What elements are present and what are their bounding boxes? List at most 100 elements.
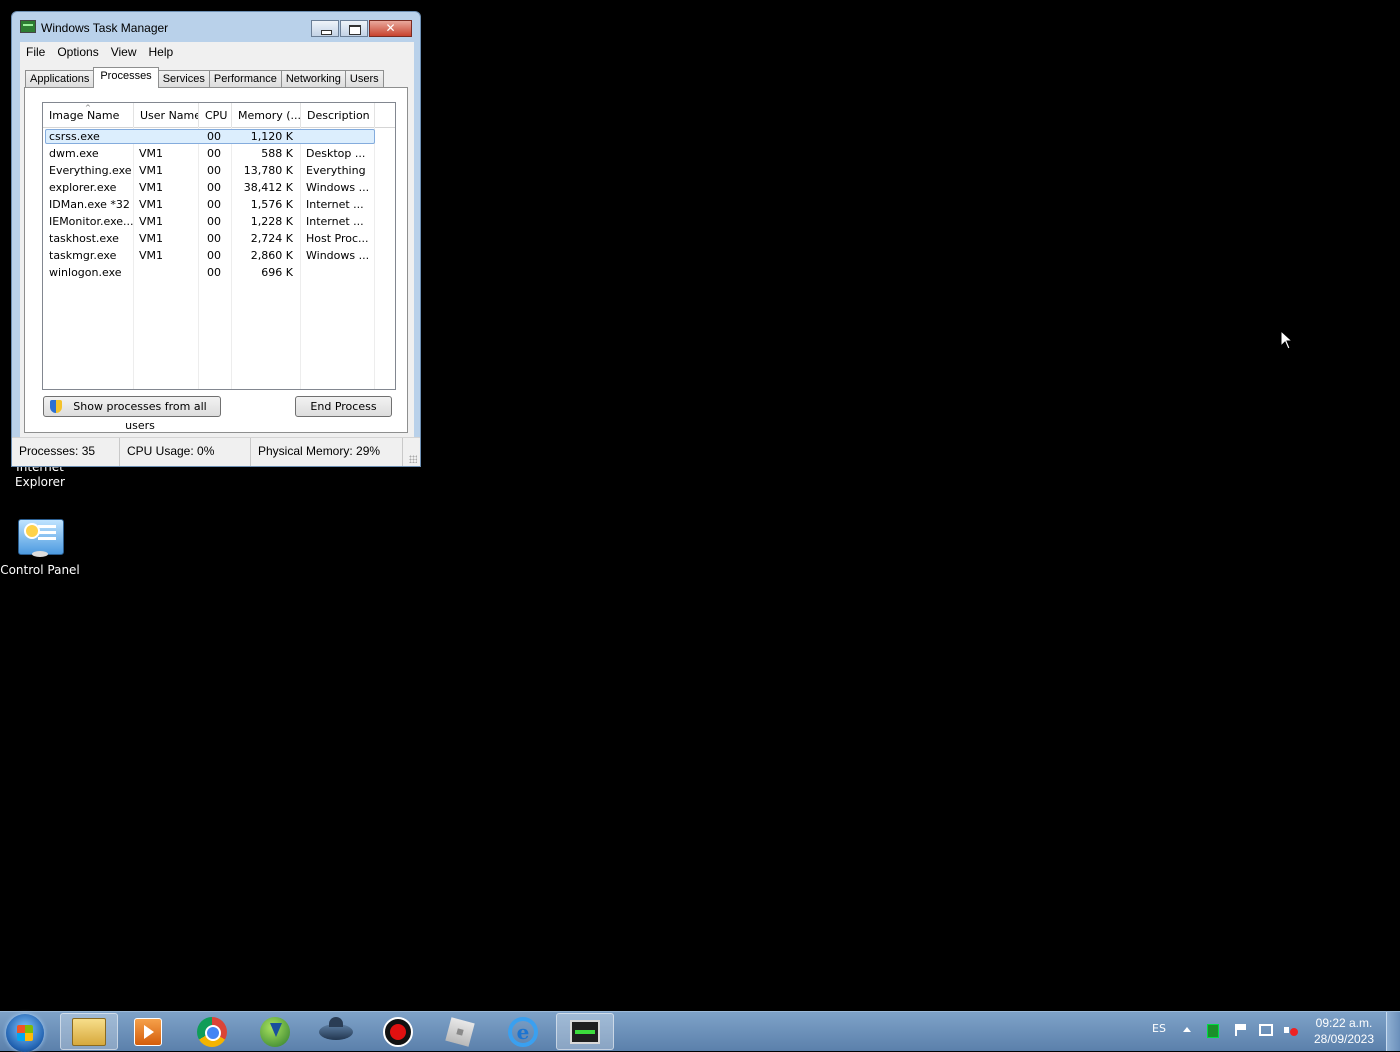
process-row[interactable]: IDMan.exe *32 VM1 00 1,576 K Internet ..… xyxy=(43,196,395,213)
process-description: Internet ... xyxy=(306,198,364,211)
process-memory: 1,228 K xyxy=(250,215,293,228)
tray-app-icon[interactable] xyxy=(1207,1024,1219,1038)
taskbar-idm-button[interactable] xyxy=(246,1013,304,1050)
process-name: csrss.exe xyxy=(49,130,100,143)
language-indicator[interactable]: ES xyxy=(1152,1022,1166,1035)
process-user: VM1 xyxy=(139,232,164,245)
taskbar-task-manager-button[interactable] xyxy=(556,1013,614,1050)
process-cpu: 00 xyxy=(207,232,221,245)
desktop-icon-control-panel[interactable]: Control Panel xyxy=(0,517,80,578)
process-list-header: ^ Image Name User Name CPU Memory (... D… xyxy=(43,103,395,128)
network-icon[interactable] xyxy=(1259,1024,1273,1036)
taskbar-media-player-button[interactable] xyxy=(119,1013,177,1050)
process-memory: 2,860 K xyxy=(250,249,293,262)
process-description: Internet ... xyxy=(306,215,364,228)
screen-recorder-icon xyxy=(383,1016,413,1047)
process-cpu: 00 xyxy=(207,249,221,262)
process-name: explorer.exe xyxy=(49,181,117,194)
process-row[interactable]: IEMonitor.exe... VM1 00 1,228 K Internet… xyxy=(43,213,395,230)
title-bar[interactable]: Windows Task Manager ✕ xyxy=(12,12,420,40)
process-memory: 1,120 K xyxy=(250,130,293,143)
process-user: VM1 xyxy=(139,249,164,262)
column-header-cpu[interactable]: CPU xyxy=(199,103,232,127)
process-user xyxy=(139,128,197,145)
menu-options[interactable]: Options xyxy=(51,45,104,59)
uac-shield-icon xyxy=(50,400,62,413)
end-process-button[interactable]: End Process xyxy=(295,396,392,417)
process-description: Windows ... xyxy=(306,249,368,262)
minimize-button[interactable] xyxy=(311,20,339,37)
menu-file[interactable]: File xyxy=(20,45,51,59)
column-header-description[interactable]: Description xyxy=(301,103,375,127)
internet-download-manager-icon xyxy=(260,1016,290,1047)
desktop-icon-label: Control Panel xyxy=(0,563,80,577)
process-row[interactable]: winlogon.exe 00 696 K xyxy=(43,264,395,281)
taskbar-chrome-button[interactable] xyxy=(183,1013,241,1050)
status-cpu-usage: CPU Usage: 0% xyxy=(120,438,251,466)
process-row[interactable]: Everything.exe VM1 00 13,780 K Everythin… xyxy=(43,162,395,179)
tab-applications[interactable]: Applications xyxy=(25,70,95,88)
taskbar-ie-button[interactable]: e xyxy=(494,1013,552,1050)
volume-muted-icon[interactable] xyxy=(1284,1024,1298,1037)
close-icon: ✕ xyxy=(385,21,396,35)
task-manager-window[interactable]: Windows Task Manager ✕ File Options View… xyxy=(11,11,421,467)
taskbar-ufo-app-button[interactable] xyxy=(307,1013,365,1050)
column-header-user-name[interactable]: User Name xyxy=(134,103,199,127)
process-description: Host Proc... xyxy=(306,232,368,245)
action-center-flag-icon[interactable] xyxy=(1235,1024,1247,1036)
tab-performance[interactable]: Performance xyxy=(208,70,282,88)
tab-networking[interactable]: Networking xyxy=(280,70,346,88)
process-memory: 13,780 K xyxy=(243,164,293,177)
menu-help[interactable]: Help xyxy=(143,45,180,59)
process-row[interactable]: taskhost.exe VM1 00 2,724 K Host Proc... xyxy=(43,230,395,247)
taskbar-recorder-button[interactable] xyxy=(369,1013,427,1050)
process-user xyxy=(139,264,197,281)
windows-explorer-icon xyxy=(72,1017,106,1046)
clock-date: 28/09/2023 xyxy=(1313,1032,1375,1046)
roblox-icon xyxy=(445,1016,475,1047)
tab-users[interactable]: Users xyxy=(344,70,384,88)
process-user: VM1 xyxy=(139,198,164,211)
tab-strip: Applications Processes Services Performa… xyxy=(25,67,384,88)
process-row[interactable]: dwm.exe VM1 00 588 K Desktop ... xyxy=(43,145,395,162)
process-cpu: 00 xyxy=(207,164,221,177)
process-row[interactable]: explorer.exe VM1 00 38,412 K Windows ... xyxy=(43,179,395,196)
process-row[interactable]: taskmgr.exe VM1 00 2,860 K Windows ... xyxy=(43,247,395,264)
process-cpu: 00 xyxy=(207,181,221,194)
process-cpu: 00 xyxy=(207,266,221,279)
process-name: dwm.exe xyxy=(49,147,99,160)
process-memory: 696 K xyxy=(261,266,293,279)
process-memory: 1,576 K xyxy=(250,198,293,211)
menu-view[interactable]: View xyxy=(105,45,143,59)
show-all-processes-button[interactable]: Show processes from all users xyxy=(43,396,221,432)
menu-bar: File Options View Help xyxy=(20,42,414,61)
process-memory: 2,724 K xyxy=(250,232,293,245)
resize-grip-icon[interactable] xyxy=(409,455,417,463)
taskbar-explorer-button[interactable] xyxy=(60,1013,118,1050)
process-name: Everything.exe xyxy=(49,164,132,177)
process-user: VM1 xyxy=(139,181,164,194)
process-cpu: 00 xyxy=(207,215,221,228)
tab-processes[interactable]: Processes xyxy=(93,67,159,88)
start-button[interactable] xyxy=(6,1014,44,1052)
status-physical-memory: Physical Memory: 29% xyxy=(251,438,403,466)
process-cpu: 00 xyxy=(207,130,221,143)
show-hidden-icons-icon[interactable] xyxy=(1183,1027,1191,1032)
process-name: taskmgr.exe xyxy=(49,249,117,262)
close-button[interactable]: ✕ xyxy=(369,20,412,37)
maximize-button[interactable] xyxy=(340,20,368,37)
column-header-memory[interactable]: Memory (... xyxy=(232,103,301,127)
process-user: VM1 xyxy=(139,147,164,160)
column-header-image-name[interactable]: ^ Image Name xyxy=(43,103,134,127)
show-desktop-button[interactable] xyxy=(1386,1012,1400,1051)
taskbar-roblox-button[interactable] xyxy=(431,1013,489,1050)
process-cpu: 00 xyxy=(207,198,221,211)
process-row[interactable]: csrss.exe 00 1,120 K xyxy=(43,128,395,145)
process-user: VM1 xyxy=(139,164,164,177)
tab-services[interactable]: Services xyxy=(157,70,210,88)
process-list[interactable]: ^ Image Name User Name CPU Memory (... D… xyxy=(42,102,396,390)
process-description: Everything xyxy=(306,164,366,177)
system-clock[interactable]: 09:22 a.m. 28/09/2023 xyxy=(1306,1015,1382,1047)
window-client-area: Applications Processes Services Performa… xyxy=(20,61,414,437)
taskbar: e ES 09:22 a.m. 28/09/2023 xyxy=(0,1011,1400,1052)
